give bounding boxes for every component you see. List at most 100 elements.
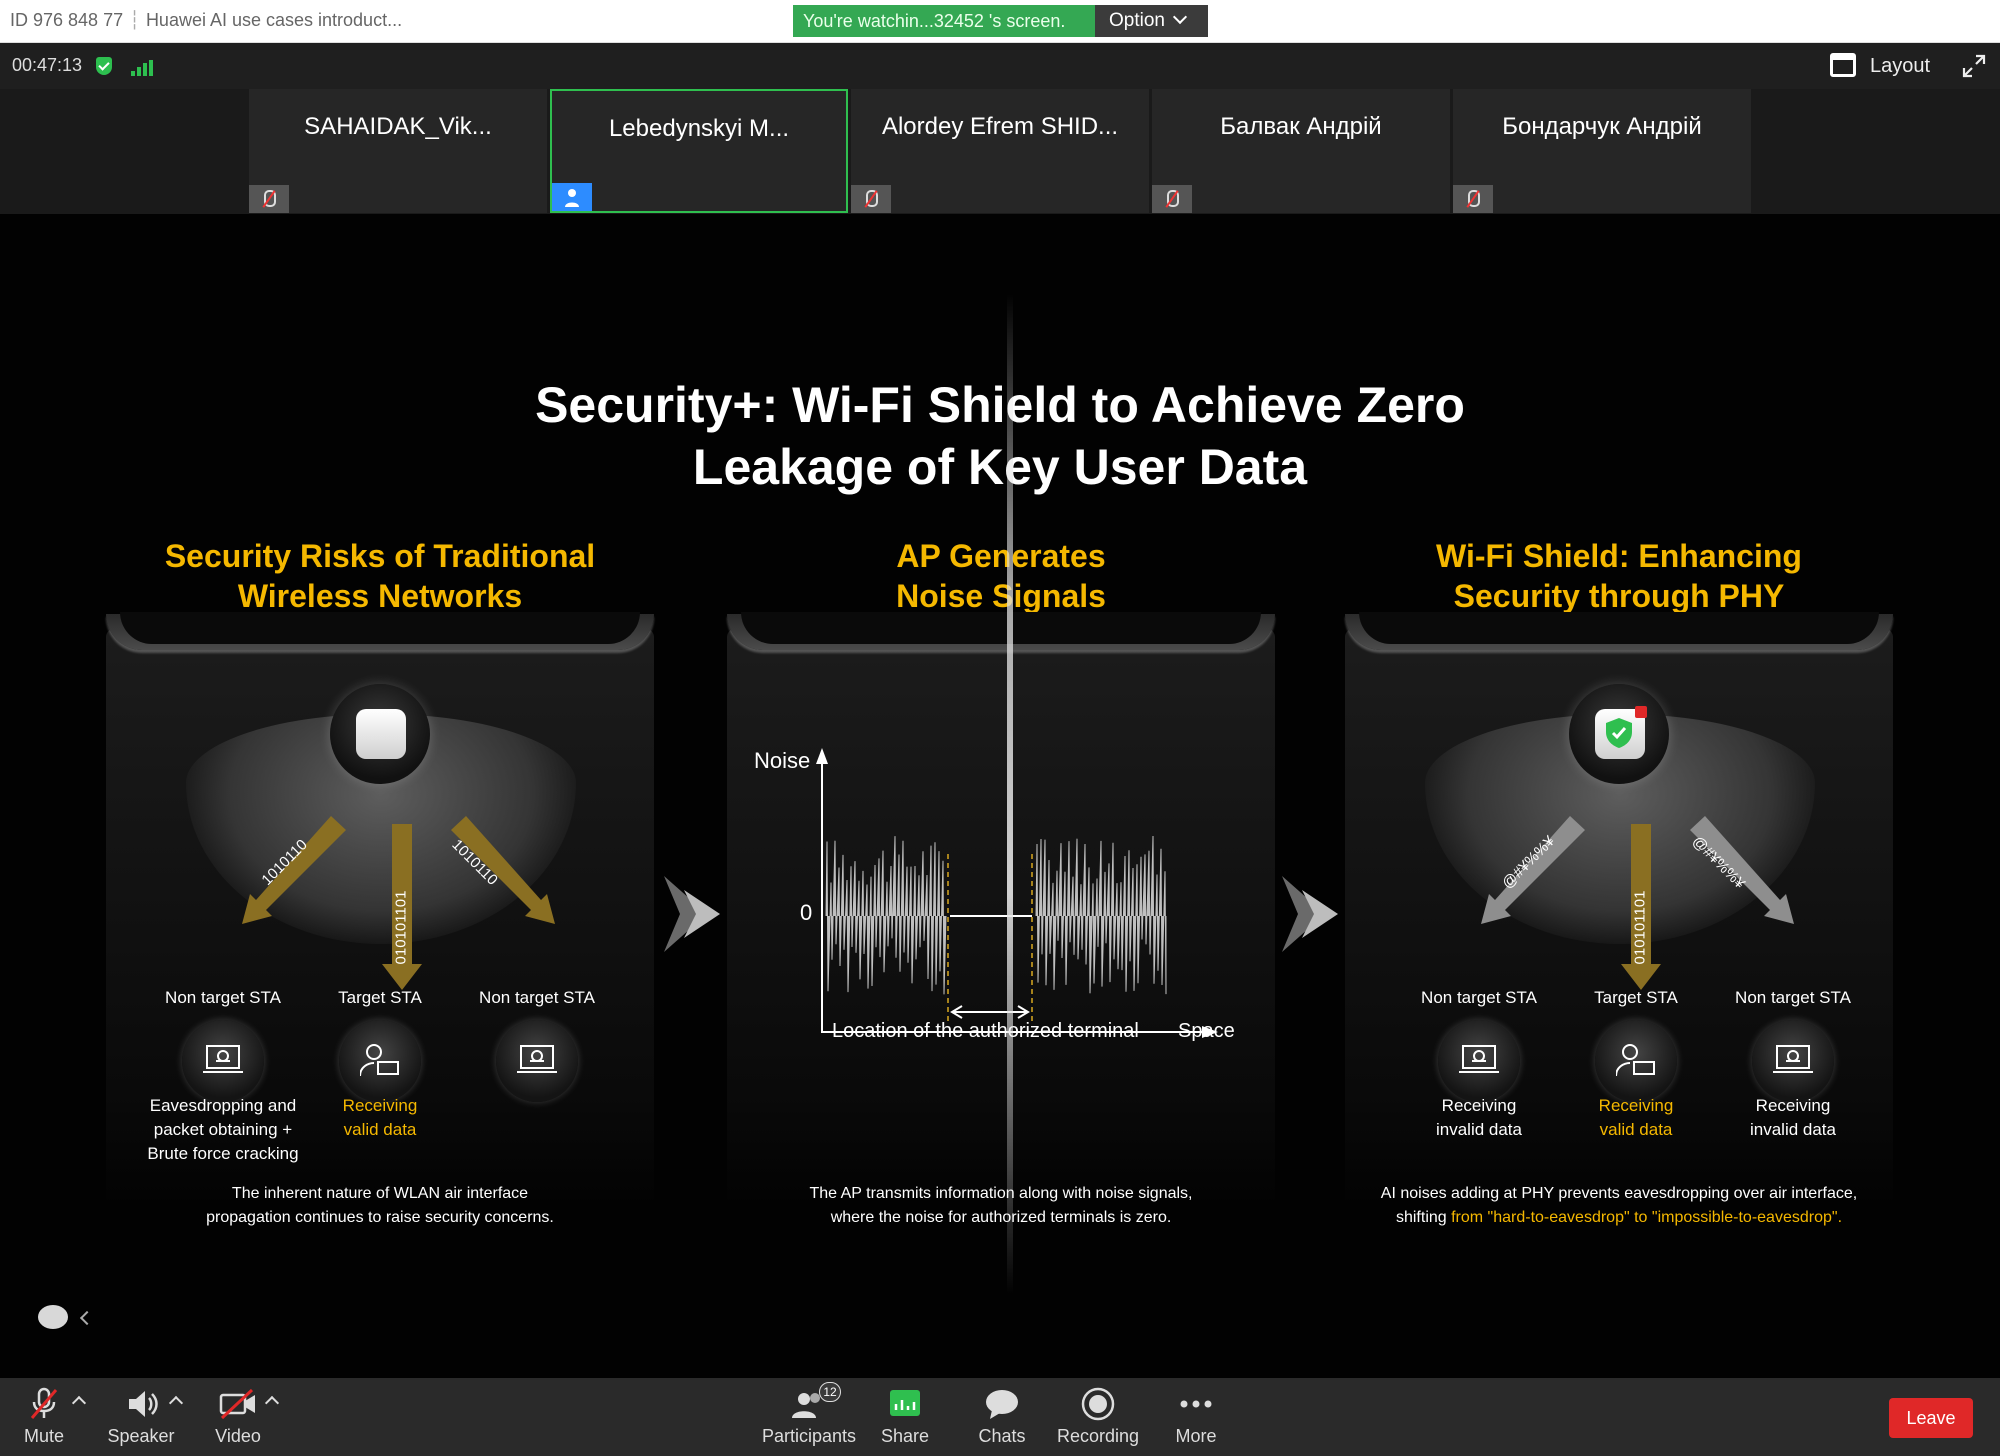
desc-line: Receiving [342,1096,418,1115]
participants-button[interactable]: 12 Participants [757,1378,861,1456]
alert-badge-icon [1635,706,1647,718]
beam-bits-center: 010101101 [1631,890,1649,965]
muted-mic-icon [851,185,891,213]
speaker-label: Speaker [107,1426,175,1446]
participants-count-badge: 12 [819,1382,841,1402]
meeting-timer: 00:47:13 [12,55,83,75]
mute-button[interactable]: Mute [14,1378,74,1456]
muted-mic-icon [1453,185,1493,213]
footer-line: The AP transmits information along with … [809,1185,1193,1202]
sta-description: Receiving invalid data [1394,1094,1564,1142]
participant-tile[interactable]: Alordey Efrem SHID... [851,89,1149,213]
more-button[interactable]: More [1166,1378,1226,1456]
user-terminal-icon [1595,1020,1677,1102]
encryption-shield-icon[interactable] [96,57,112,75]
participant-name: SAHAIDAK_Vik... [304,113,492,140]
participant-tile-active[interactable]: Lebedynskyi M... [550,89,848,213]
laptop-icon [1752,1020,1834,1102]
video-label: Video [215,1426,261,1446]
option-label: Option [1109,10,1165,31]
layout-button[interactable]: Layout [1830,51,1930,81]
more-dots-icon [1180,1400,1212,1408]
chart-y-label: Noise [754,748,811,773]
panel-footer-left: The inherent nature of WLAN air interfac… [106,1182,654,1230]
more-label: More [1175,1426,1217,1446]
view-options-button[interactable]: Option [1095,5,1208,37]
sta-label: Non target STA [1421,988,1537,1007]
footer-line: shifting from "hard-to-eavesdrop" to "im… [1345,1206,1893,1230]
screen-divider-glare [1007,294,1013,1294]
desc-line: Eavesdropping and [149,1096,297,1115]
chevron-down-icon [1172,9,1188,25]
desc-line: Receiving [1755,1096,1831,1115]
chart-zero-label: 0 [800,900,813,925]
desc-line: packet obtaining + [153,1120,293,1139]
network-signal-icon[interactable] [131,60,155,76]
participant-name: Балвак Андрій [1220,113,1382,140]
layout-label: Layout [1870,55,1931,77]
chat-icon [986,1390,1018,1419]
chart-zone-label: Location of the authorized terminal [832,1020,1139,1042]
speaker-icon [129,1391,158,1417]
muted-mic-icon [249,185,289,213]
desc-line: Receiving [1441,1096,1517,1115]
chart-x-label: Space [1178,1020,1235,1042]
sta-description: Receiving valid data [1551,1094,1721,1142]
desc-line: Receiving [1598,1096,1674,1115]
footer-highlight: from "hard-to-eavesdrop" to "impossible-… [1451,1209,1838,1226]
noise-wave-left [825,836,947,995]
sta-description: Receiving invalid data [1708,1094,1878,1142]
layout-grid-icon [1830,53,1856,77]
sta-label: Non target STA [479,988,595,1007]
footer-text: . [1837,1209,1843,1226]
authorized-zone-markers [947,854,1033,1024]
participant-name: Lebedynskyi M... [608,115,790,142]
fullscreen-icon[interactable] [1962,54,1986,78]
footer-text: shifting [1395,1209,1452,1226]
beam-arrows [1481,816,1794,990]
chevron-up-icon[interactable] [71,1395,87,1411]
recording-button[interactable]: Recording [1052,1378,1144,1456]
watching-banner: You're watchin...32452 's screen. [793,5,1095,37]
meeting-id[interactable]: ID 976 848 77 [10,10,123,30]
laptop-hacker-icon [182,1020,264,1102]
participant-tile[interactable]: Бондарчук Андрій [1453,89,1751,213]
muted-microphone-icon [30,1387,58,1419]
chats-button[interactable]: Chats [972,1378,1032,1456]
sta-label: Non target STA [1735,988,1851,1007]
beam-bits-center: 010101101 [392,890,410,965]
participant-tile[interactable]: SAHAIDAK_Vik... [249,89,547,213]
sta-label: Target STA [1594,988,1678,1007]
footer-line: where the noise for authorized terminals… [830,1209,1172,1226]
panel-footer-right: AI noises adding at PHY prevents eavesdr… [1345,1182,1893,1230]
desc-line: valid data [1599,1120,1673,1139]
shared-screen: Security+: Wi-Fi Shield to Achieve Zero … [0,214,2000,1378]
user-avatar-icon [552,183,592,211]
desc-line: invalid data [1435,1120,1522,1139]
sta-description: Receiving valid data [295,1094,465,1142]
participants-label: Participants [761,1426,857,1446]
speaker-button[interactable]: Speaker [105,1378,177,1456]
shielded-access-point-icon [1569,684,1669,784]
panel-footer-middle: The AP transmits information along with … [727,1182,1275,1230]
meeting-info: ID 976 848 77 ┆ Huawei AI use cases introd… [10,10,402,31]
footer-line: AI noises adding at PHY prevents eavesdr… [1380,1185,1858,1202]
video-button[interactable]: Video [208,1378,268,1456]
participant-name: Бондарчук Андрій [1502,113,1702,140]
meeting-topic: Huawei AI use cases introduct... [145,10,403,30]
desc-line: Brute force cracking [147,1144,299,1163]
share-button[interactable]: Share [874,1378,936,1456]
noise-chart [816,748,1218,1038]
chat-bubble-icon[interactable] [38,1305,68,1329]
recording-label: Recording [1056,1426,1140,1446]
chats-label: Chats [978,1426,1026,1446]
footer-line: The inherent nature of WLAN air interfac… [231,1185,529,1202]
participant-tile[interactable]: Балвак Андрій [1152,89,1450,213]
participant-name: Alordey Efrem SHID... [881,113,1119,140]
record-icon [1081,1387,1115,1421]
noise-wave-right [1035,835,1167,995]
zone-width-arrow [950,1005,1030,1019]
leave-button[interactable]: Leave [1889,1398,1973,1438]
beam-arrows [242,816,555,990]
muted-mic-icon [1152,185,1192,213]
